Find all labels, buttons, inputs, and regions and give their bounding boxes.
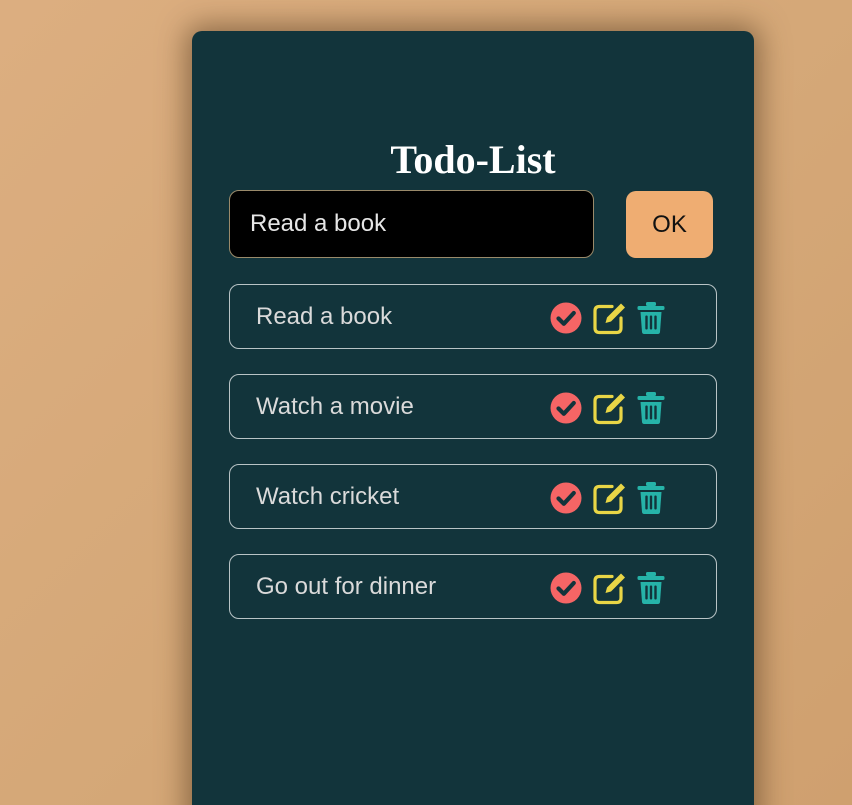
trash-icon[interactable] [636, 301, 666, 335]
task-item: Read a book [229, 284, 717, 349]
check-circle-icon[interactable] [549, 301, 583, 335]
page-title: Todo-List [390, 137, 556, 182]
task-label: Go out for dinner [256, 573, 437, 600]
pen-square-icon[interactable] [592, 301, 626, 335]
task-actions [549, 571, 666, 605]
task-item: Watch a movie [229, 374, 717, 439]
task-actions [549, 391, 666, 425]
task-item: Watch cricket [229, 464, 717, 529]
task-list: Read a book Watch a movie Watch cricket … [229, 284, 717, 644]
pen-square-icon[interactable] [592, 571, 626, 605]
task-actions [549, 481, 666, 515]
check-circle-icon[interactable] [549, 481, 583, 515]
check-circle-icon[interactable] [549, 391, 583, 425]
ok-button[interactable]: OK [626, 191, 713, 258]
task-item: Go out for dinner [229, 554, 717, 619]
task-input[interactable] [229, 190, 594, 258]
check-circle-icon[interactable] [549, 571, 583, 605]
task-label: Watch a movie [256, 393, 414, 420]
pen-square-icon[interactable] [592, 481, 626, 515]
task-label: Read a book [256, 303, 393, 330]
trash-icon[interactable] [636, 391, 666, 425]
todo-card: Todo-List OK Read a book Watch a movie [192, 31, 754, 805]
trash-icon[interactable] [636, 481, 666, 515]
pen-square-icon[interactable] [592, 391, 626, 425]
trash-icon[interactable] [636, 571, 666, 605]
task-label: Watch cricket [256, 483, 400, 510]
task-actions [549, 301, 666, 335]
